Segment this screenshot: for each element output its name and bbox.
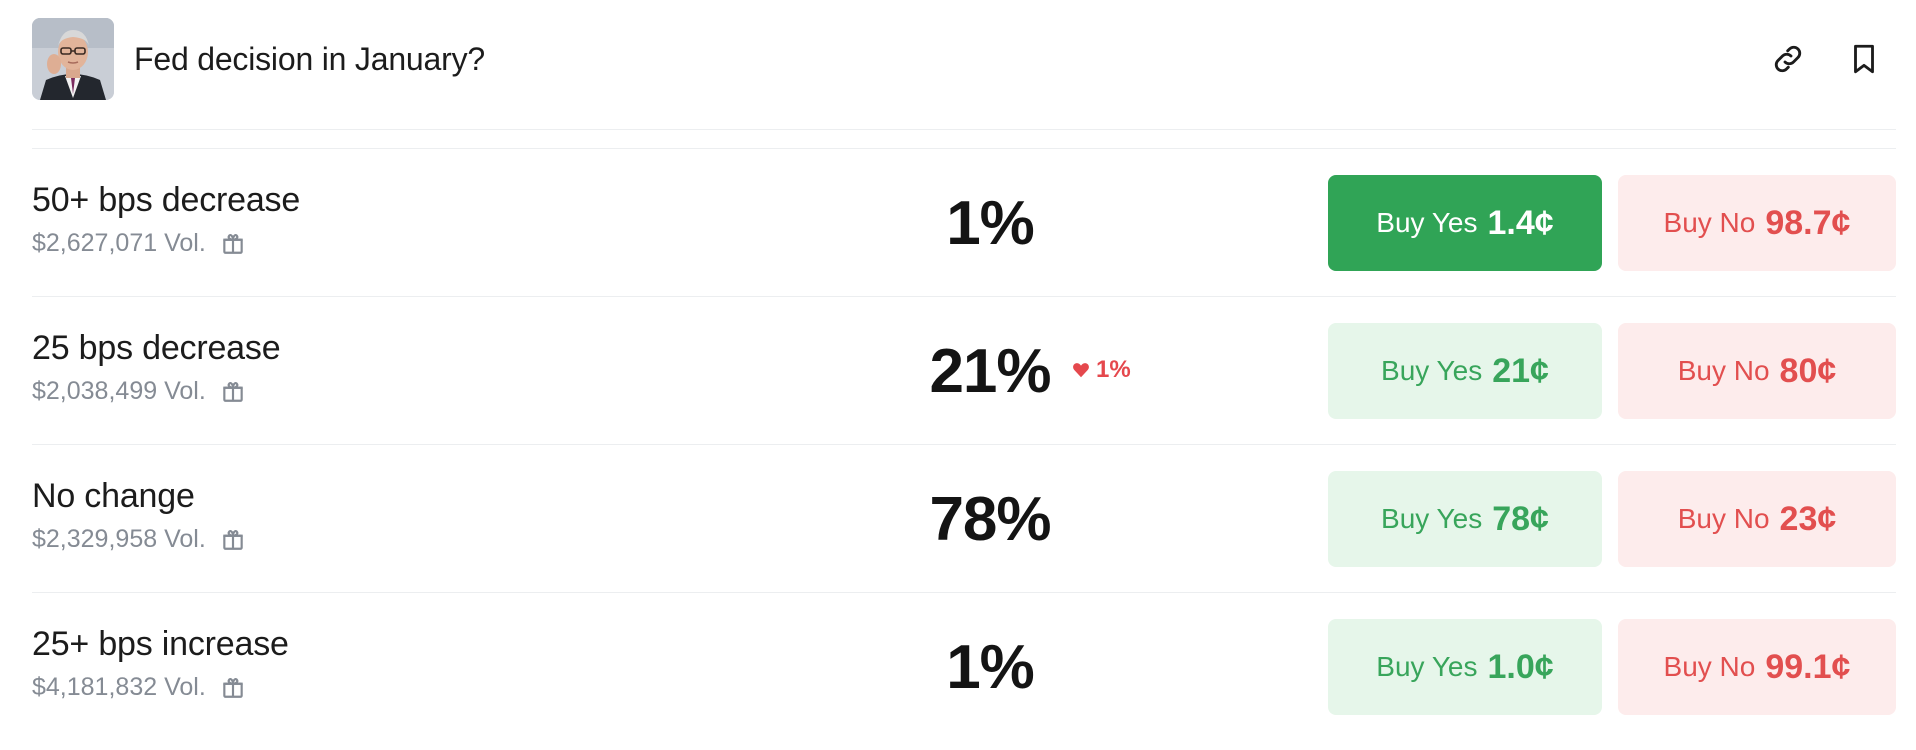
buy-no-price: 23¢ <box>1779 499 1837 538</box>
row-divider <box>32 444 1896 445</box>
buy-no-price: 98.7¢ <box>1765 203 1851 242</box>
probability-value: 1% <box>946 632 1035 702</box>
outcome-row[interactable]: No change $2,329,958 Vol. 78% Buy Yes 78… <box>32 446 1896 592</box>
outcome-name: 25 bps decrease <box>32 329 281 367</box>
gift-icon[interactable] <box>220 378 246 404</box>
market-header: Fed decision in January? <box>32 18 1884 100</box>
row-divider <box>32 592 1896 593</box>
buy-yes-price: 1.4¢ <box>1487 203 1554 242</box>
outcome-probability: 1% <box>870 624 1110 710</box>
probability-value: 21% <box>929 336 1051 406</box>
outcome-probability: 1% <box>870 180 1110 266</box>
market-avatar[interactable] <box>32 18 114 100</box>
buy-no-label: Buy No <box>1677 503 1770 534</box>
buy-no-label: Buy No <box>1663 207 1756 238</box>
outcome-name: 50+ bps decrease <box>32 181 301 219</box>
buy-no-button[interactable]: Buy No 99.1¢ <box>1618 619 1896 715</box>
buy-yes-price: 21¢ <box>1492 351 1549 390</box>
bookmark-button[interactable] <box>1844 39 1884 79</box>
outcome-info: 25+ bps increase $4,181,832 Vol. <box>32 624 289 702</box>
buy-yes-button[interactable]: Buy Yes 78¢ <box>1328 471 1602 567</box>
probability-value: 1% <box>946 188 1035 258</box>
buy-yes-button[interactable]: Buy Yes 1.0¢ <box>1328 619 1602 715</box>
outcome-volume: $2,329,958 Vol. <box>32 525 206 553</box>
buy-no-price: 99.1¢ <box>1765 647 1851 686</box>
buy-no-label: Buy No <box>1663 651 1756 682</box>
header-divider <box>32 129 1896 130</box>
row-divider <box>32 296 1896 297</box>
outcome-meta: $2,627,071 Vol. <box>32 228 300 258</box>
gift-icon[interactable] <box>220 230 246 256</box>
link-icon <box>1774 45 1802 73</box>
buy-yes-price: 1.0¢ <box>1487 647 1554 686</box>
probability-value: 78% <box>929 484 1051 554</box>
heart-down-icon <box>1073 363 1089 378</box>
gift-icon[interactable] <box>220 674 246 700</box>
buy-yes-label: Buy Yes <box>1376 651 1478 682</box>
buy-no-button[interactable]: Buy No 80¢ <box>1618 323 1896 419</box>
probability-change: 1% <box>1072 356 1131 384</box>
outcome-volume: $4,181,832 Vol. <box>32 673 206 701</box>
outcome-row[interactable]: 50+ bps decrease $2,627,071 Vol. 1% Buy … <box>32 150 1896 296</box>
header-actions <box>1768 18 1884 100</box>
buy-no-button[interactable]: Buy No 23¢ <box>1618 471 1896 567</box>
bookmark-icon <box>1854 44 1874 74</box>
buy-yes-label: Buy Yes <box>1381 355 1483 386</box>
buy-yes-price: 78¢ <box>1492 499 1549 538</box>
outcome-row[interactable]: 25+ bps increase $4,181,832 Vol. 1% Buy … <box>32 594 1896 740</box>
buy-yes-label: Buy Yes <box>1376 207 1478 238</box>
outcome-info: 25 bps decrease $2,038,499 Vol. <box>32 328 281 406</box>
change-value: 1% <box>1096 356 1131 383</box>
outcome-info: 50+ bps decrease $2,627,071 Vol. <box>32 180 300 258</box>
outcome-name: 25+ bps increase <box>32 625 289 663</box>
buy-no-button[interactable]: Buy No 98.7¢ <box>1618 175 1896 271</box>
buy-yes-button[interactable]: Buy Yes 21¢ <box>1328 323 1602 419</box>
market-card: Fed decision in January? 50+ bps decreas… <box>0 0 1916 750</box>
market-title: Fed decision in January? <box>134 40 485 77</box>
copy-link-button[interactable] <box>1768 39 1808 79</box>
outcome-probability: 78% <box>870 476 1110 562</box>
buy-yes-label: Buy Yes <box>1381 503 1483 534</box>
portrait-image <box>32 18 114 100</box>
buy-yes-button[interactable]: Buy Yes 1.4¢ <box>1328 175 1602 271</box>
outcome-meta: $4,181,832 Vol. <box>32 672 289 702</box>
outcome-meta: $2,038,499 Vol. <box>32 376 280 406</box>
buy-no-label: Buy No <box>1677 355 1770 386</box>
outcome-volume: $2,038,499 Vol. <box>32 377 206 405</box>
outcome-meta: $2,329,958 Vol. <box>32 524 246 554</box>
outcome-row[interactable]: 25 bps decrease $2,038,499 Vol. 21% 1% B… <box>32 298 1896 444</box>
outcome-info: No change $2,329,958 Vol. <box>32 476 246 554</box>
gift-icon[interactable] <box>220 526 246 552</box>
table-top-divider <box>32 148 1896 149</box>
outcome-volume: $2,627,071 Vol. <box>32 229 206 257</box>
buy-no-price: 80¢ <box>1779 351 1837 390</box>
outcome-name: No change <box>32 477 195 515</box>
